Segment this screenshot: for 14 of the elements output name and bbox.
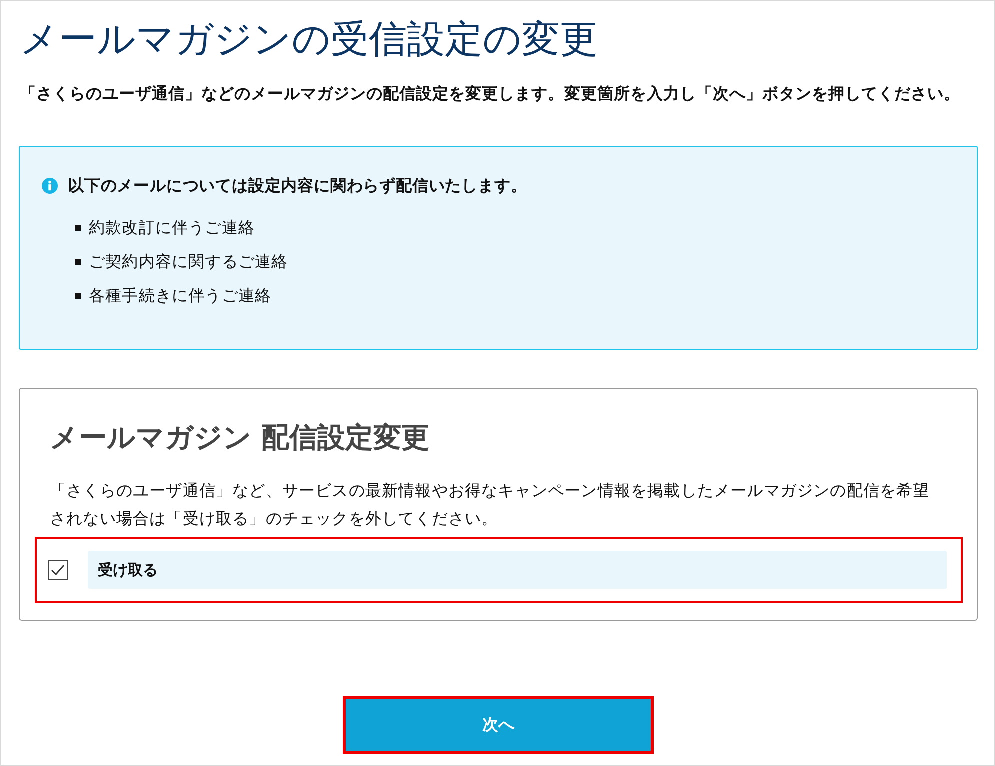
intro-text: 「さくらのユーザ通信」などのメールマガジンの配信設定を変更します。変更箇所を入力し「次へ」ボタンを押してください。 xyxy=(20,83,962,105)
bullet-icon xyxy=(75,293,81,299)
bullet-icon xyxy=(75,259,81,265)
info-icon xyxy=(42,178,58,194)
settings-title: メールマガジン 配信設定変更 xyxy=(50,421,431,455)
receive-option-label[interactable]: 受け取る xyxy=(88,551,947,589)
page-title: メールマガジンの受信設定の変更 xyxy=(20,16,599,63)
settings-description: 「さくらのユーザ通信」など、サービスの最新情報やお得なキャンペーン情報を掲載したメールマガジンの配信を希望されない場合は「受け取る」のチェックを外してください。 xyxy=(50,480,931,530)
notice-heading: 以下のメールについては設定内容に関わらず配信いたします。 xyxy=(68,175,528,197)
notice-item-text: 各種手続きに伴うご連絡 xyxy=(89,285,272,307)
notice-item-text: 約款改訂に伴うご連絡 xyxy=(89,217,255,239)
bullet-icon xyxy=(75,225,81,231)
notice-item-text: ご契約内容に関するご連絡 xyxy=(89,251,288,273)
checkbox[interactable] xyxy=(48,560,68,580)
